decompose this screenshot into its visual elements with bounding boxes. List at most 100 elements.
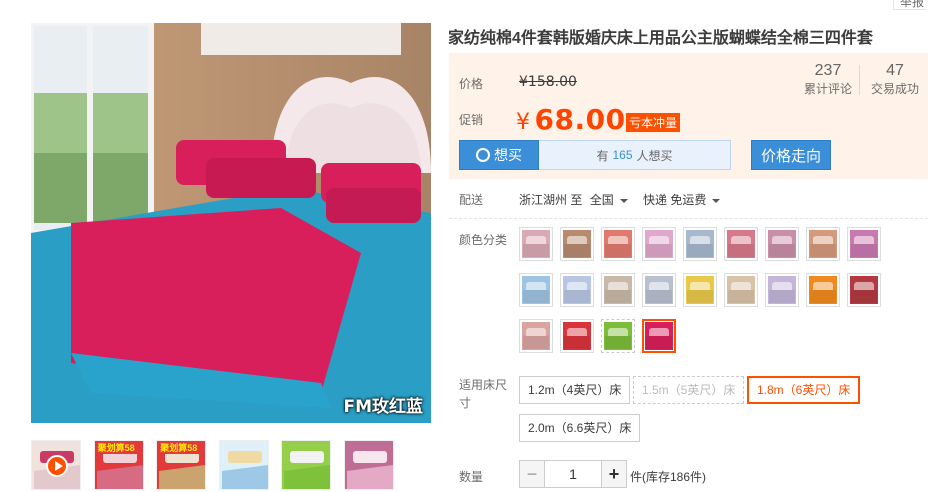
decrease-button[interactable]: − (519, 460, 545, 488)
quantity-stepper: − 1 + (519, 460, 627, 488)
color-swatch[interactable] (601, 227, 635, 261)
thumbnail[interactable] (343, 440, 394, 490)
stock-info: 件(库存186件) (630, 470, 707, 484)
swatch-image (850, 276, 878, 304)
shipping-method: 快递 免运费 (643, 193, 707, 207)
thumbnail[interactable] (218, 440, 269, 490)
price-panel: 价格 ¥158.00 促销 ¥68.00 亏本冲量 237 累计评论 47 交易… (449, 53, 928, 179)
swatch-image (645, 230, 673, 258)
swatch-image (809, 276, 837, 304)
color-swatch[interactable] (601, 273, 635, 307)
want-to-buy-bar: 想买 有 165 人想买 (459, 140, 731, 170)
swatch-image (645, 276, 673, 304)
color-label: 颜色分类 (459, 233, 508, 247)
want-to-buy-button[interactable]: 想买 (459, 140, 539, 170)
size-option-selected[interactable]: 1.8m（6英尺）床 (747, 376, 861, 404)
color-swatch[interactable] (724, 273, 758, 307)
color-swatch[interactable] (765, 273, 799, 307)
transaction-count-label: 交易成功 (870, 82, 919, 96)
transaction-count[interactable]: 47 交易成功 (866, 61, 924, 97)
stat-divider (859, 65, 860, 95)
thumbnail[interactable] (31, 440, 81, 490)
color-swatch[interactable] (560, 319, 594, 353)
chevron-down-icon (712, 198, 721, 203)
play-icon[interactable] (46, 455, 68, 477)
swatch-image (563, 322, 591, 350)
swatch-image (563, 230, 591, 258)
size-option[interactable]: 1.5m（5英尺）床 (633, 376, 745, 404)
size-option[interactable]: 2.0m（6.6英尺）床 (519, 414, 641, 442)
swatch-image (522, 230, 550, 258)
yen-symbol: ¥ (516, 110, 531, 135)
promo-price-value: 68.00 (534, 103, 626, 136)
quantity-input[interactable]: 1 (545, 460, 601, 488)
color-swatch[interactable] (847, 273, 881, 307)
color-swatch[interactable] (806, 227, 840, 261)
thumbnail[interactable]: 聚划算58 (156, 440, 207, 490)
quantity-label: 数量 (459, 470, 484, 484)
thumbnail-image (219, 441, 268, 489)
color-swatch[interactable] (683, 227, 717, 261)
heart-icon (476, 148, 490, 162)
color-swatch[interactable] (806, 273, 840, 307)
want-count-suffix: 人想买 (636, 148, 673, 163)
color-swatch[interactable] (519, 273, 553, 307)
report-link[interactable]: 举报 (893, 0, 927, 10)
color-swatch[interactable] (560, 273, 594, 307)
color-swatch[interactable] (601, 319, 635, 353)
product-title: 家纺纯棉4件套韩版婚庆床上用品公主版蝴蝶结全棉三四件套 (448, 30, 873, 47)
shipping-method-select[interactable]: 快递 免运费 (643, 193, 721, 207)
swatch-image (563, 276, 591, 304)
thumbnail-strip: 聚划算58 聚划算58 (31, 440, 407, 490)
swatch-image (768, 230, 796, 258)
want-to-buy-label: 想买 (494, 147, 522, 163)
color-swatch[interactable] (560, 227, 594, 261)
thumbnail-promo-label: 聚划算58 (158, 442, 200, 454)
thumbnail-image (282, 441, 331, 489)
color-swatch[interactable] (765, 227, 799, 261)
transaction-count-number: 47 (886, 62, 904, 79)
review-count[interactable]: 237 累计评论 (799, 61, 857, 97)
want-count: 有 165 人想买 (539, 140, 731, 170)
swatch-image (809, 230, 837, 258)
promo-badge: 亏本冲量 (626, 113, 681, 132)
swatch-image (686, 276, 714, 304)
promo-price: ¥68.00 (516, 103, 626, 136)
swatch-image (768, 276, 796, 304)
original-price: ¥158.00 (519, 74, 577, 90)
swatch-image (645, 322, 673, 350)
size-label: 适用床尺寸 (459, 378, 508, 410)
want-count-prefix: 有 (596, 148, 609, 163)
price-label: 价格 (459, 77, 484, 91)
thumbnail[interactable]: 聚划算58 (93, 440, 144, 490)
bed-illustration (31, 23, 431, 423)
swatch-image (604, 230, 632, 258)
color-swatch[interactable] (519, 227, 553, 261)
shipping-destination-select[interactable]: 全国 (590, 193, 628, 207)
color-swatch[interactable] (683, 273, 717, 307)
color-swatch[interactable] (519, 319, 553, 353)
promo-label: 促销 (459, 113, 484, 127)
size-option[interactable]: 1.2m（4英尺）床 (519, 376, 631, 404)
increase-button[interactable]: + (601, 460, 627, 488)
color-swatch-selected[interactable] (642, 319, 676, 353)
swatch-image (850, 230, 878, 258)
price-trend-button[interactable]: 价格走向 (751, 140, 831, 170)
thumbnail[interactable] (281, 440, 332, 490)
thumbnail-image (344, 441, 393, 489)
swatch-image (604, 322, 632, 350)
want-count-number: 165 (612, 148, 633, 162)
color-swatch[interactable] (642, 273, 676, 307)
section-divider (449, 218, 928, 219)
color-swatch[interactable] (724, 227, 758, 261)
swatch-image (686, 230, 714, 258)
swatch-image (727, 230, 755, 258)
color-swatch[interactable] (642, 227, 676, 261)
chevron-down-icon (619, 198, 628, 203)
shipping-destination: 全国 (589, 193, 614, 207)
thumbnail-promo-label: 聚划算58 (95, 442, 137, 454)
shipping-from: 浙江湖州 至 (519, 193, 583, 207)
color-swatch[interactable] (847, 227, 881, 261)
shipping-info: 浙江湖州 至 全国 快递 免运费 (519, 191, 721, 208)
main-product-image[interactable]: FM玫红蓝 (31, 23, 431, 423)
